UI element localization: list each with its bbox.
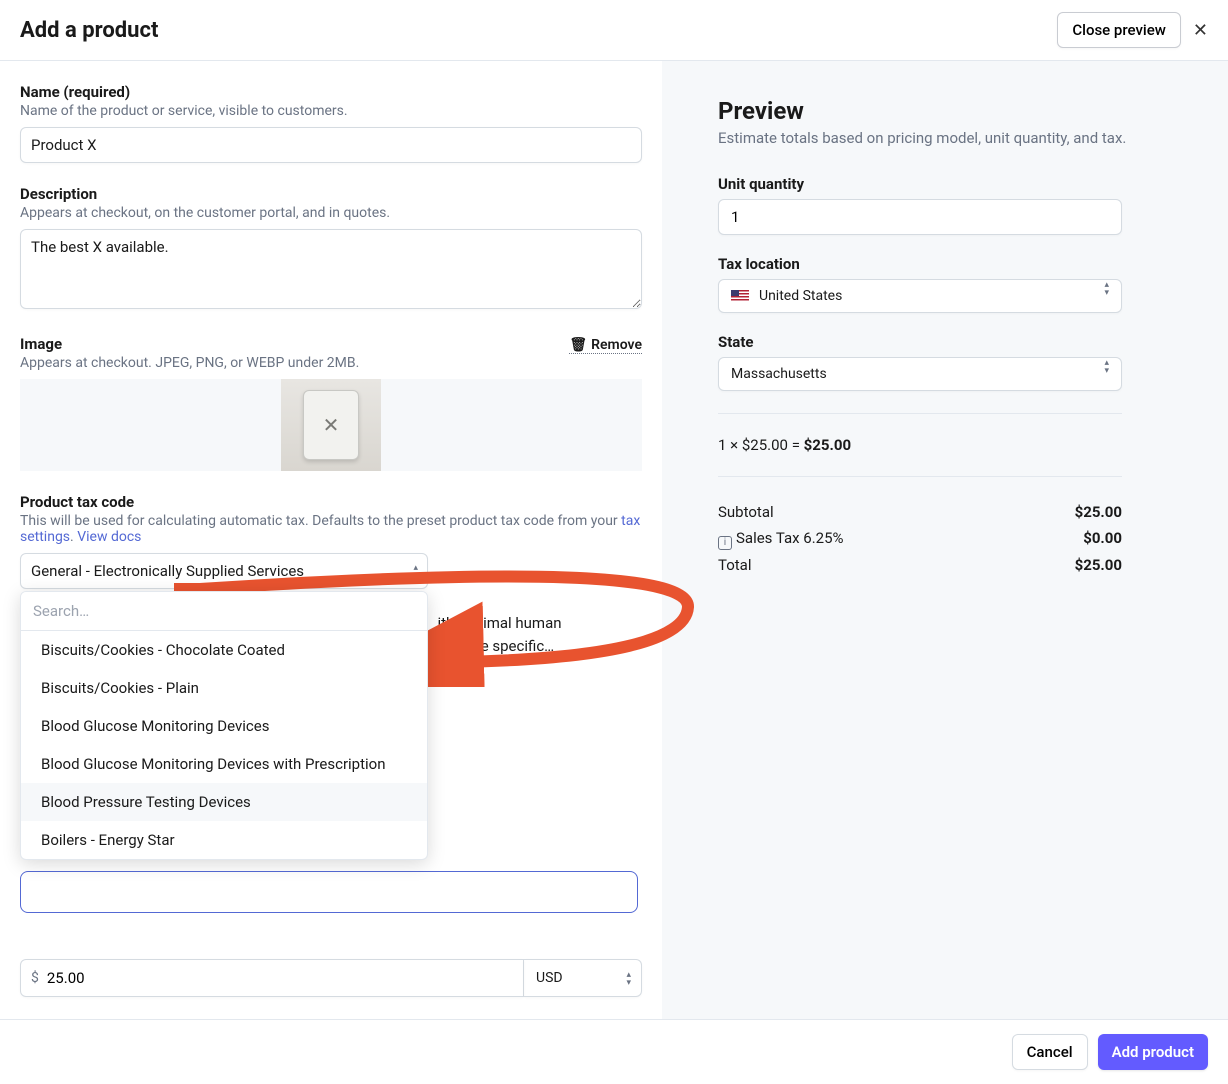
divider bbox=[718, 413, 1122, 414]
tax-code-option[interactable]: Blood Pressure Testing Devices bbox=[21, 783, 427, 821]
tax-code-dropdown: Biscuits/Cookies - Chocolate Coated Bisc… bbox=[20, 591, 428, 860]
product-image-placeholder-icon: ✕ bbox=[303, 390, 359, 460]
tax-code-label: Product tax code bbox=[20, 493, 642, 511]
preview-subtitle: Estimate totals based on pricing model, … bbox=[718, 129, 1188, 147]
tax-code-search-input[interactable] bbox=[21, 592, 427, 631]
state-select[interactable]: Massachusetts bbox=[718, 357, 1122, 391]
tax-location-label: Tax location bbox=[718, 255, 1188, 273]
tax-code-option[interactable]: Blood Glucose Monitoring Devices bbox=[21, 707, 427, 745]
cancel-button[interactable]: Cancel bbox=[1012, 1034, 1088, 1070]
page-header: Add a product Close preview ✕ bbox=[0, 0, 1228, 61]
footer: Cancel Add product bbox=[0, 1019, 1228, 1084]
focused-input-outline[interactable] bbox=[20, 871, 638, 913]
close-preview-button[interactable]: Close preview bbox=[1057, 12, 1181, 48]
us-flag-icon bbox=[731, 290, 749, 302]
sales-tax-row: iSales Tax 6.25% $0.00 bbox=[718, 525, 1122, 552]
page-title: Add a product bbox=[20, 18, 158, 43]
tax-code-option[interactable]: Boilers - Energy Star bbox=[21, 821, 427, 859]
tax-code-select[interactable]: General - Electronically Supplied Servic… bbox=[20, 553, 428, 589]
description-field: Description Appears at checkout, on the … bbox=[20, 185, 642, 313]
truncated-help-text: xith minimal human bbox=[430, 614, 562, 632]
image-field: Image 🗑 Remove Appears at checkout. JPEG… bbox=[20, 335, 642, 471]
total-row: Total $25.00 bbox=[718, 552, 1122, 578]
name-field: Name (required) Name of the product or s… bbox=[20, 83, 642, 163]
view-docs-link[interactable]: View docs bbox=[77, 529, 141, 545]
description-label: Description bbox=[20, 185, 642, 203]
divider bbox=[718, 476, 1122, 477]
chevron-updown-icon bbox=[1104, 280, 1109, 296]
name-label: Name (required) bbox=[20, 83, 642, 101]
preview-title: Preview bbox=[718, 97, 1188, 125]
price-row: $ USD bbox=[20, 959, 642, 997]
state-label: State bbox=[718, 333, 1188, 351]
image-help: Appears at checkout. JPEG, PNG, or WEBP … bbox=[20, 355, 642, 371]
currency-symbol: $ bbox=[31, 970, 39, 986]
truncated-help-text: xer more specific… bbox=[430, 637, 554, 655]
price-input-group[interactable]: $ bbox=[20, 959, 524, 997]
close-icon[interactable]: ✕ bbox=[1193, 20, 1208, 41]
totals-table: Subtotal $25.00 iSales Tax 6.25% $0.00 T… bbox=[718, 499, 1122, 578]
tax-code-field: Product tax code This will be used for c… bbox=[20, 493, 642, 589]
subtotal-row: Subtotal $25.00 bbox=[718, 499, 1122, 525]
remove-image-button[interactable]: 🗑 Remove bbox=[569, 337, 642, 354]
image-preview-container: ✕ bbox=[20, 379, 642, 471]
currency-select[interactable]: USD bbox=[524, 959, 642, 997]
image-preview[interactable]: ✕ bbox=[281, 379, 381, 471]
add-product-button[interactable]: Add product bbox=[1098, 1034, 1208, 1070]
tax-code-option[interactable]: Blood Glucose Monitoring Devices with Pr… bbox=[21, 745, 427, 783]
chevron-updown-icon bbox=[1104, 358, 1109, 374]
price-input[interactable] bbox=[47, 969, 513, 987]
image-label: Image bbox=[20, 335, 62, 353]
tax-code-option[interactable]: Biscuits/Cookies - Chocolate Coated bbox=[21, 631, 427, 669]
currency-value: USD bbox=[536, 970, 563, 986]
name-input[interactable] bbox=[20, 127, 642, 163]
tax-location-select[interactable]: United States bbox=[718, 279, 1122, 313]
chevron-updown-icon bbox=[626, 970, 631, 986]
trash-icon: 🗑 bbox=[569, 337, 587, 353]
unit-qty-input[interactable] bbox=[718, 199, 1122, 235]
info-icon[interactable]: i bbox=[718, 536, 732, 550]
name-help: Name of the product or service, visible … bbox=[20, 103, 642, 119]
description-help: Appears at checkout, on the customer por… bbox=[20, 205, 642, 221]
tax-code-help: This will be used for calculating automa… bbox=[20, 513, 642, 545]
tax-code-option[interactable]: Biscuits/Cookies - Plain bbox=[21, 669, 427, 707]
unit-qty-label: Unit quantity bbox=[718, 175, 1188, 193]
description-input[interactable]: The best X available. bbox=[20, 229, 642, 309]
calc-line: 1 × $25.00 = $25.00 bbox=[718, 436, 1188, 454]
tax-code-selected[interactable]: General - Electronically Supplied Servic… bbox=[20, 553, 428, 589]
